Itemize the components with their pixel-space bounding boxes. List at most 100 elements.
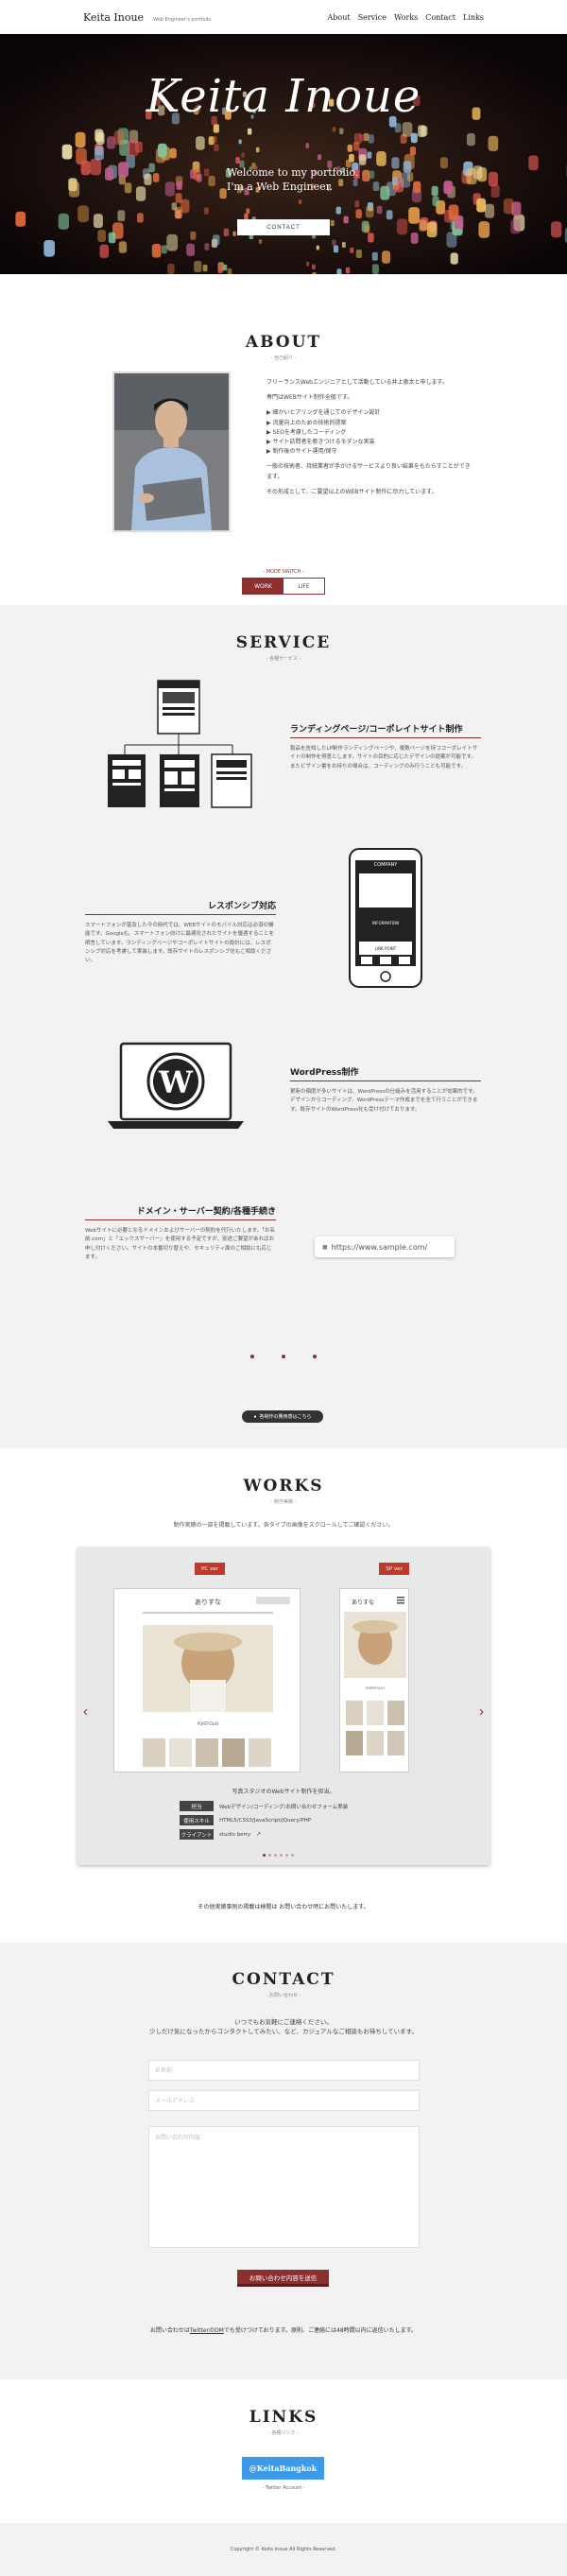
slider-dot[interactable] — [268, 1854, 271, 1857]
lantern — [167, 264, 174, 274]
lantern — [107, 136, 115, 148]
lantern — [223, 265, 227, 270]
lantern — [125, 182, 132, 193]
slider-dot[interactable] — [274, 1854, 277, 1857]
lantern — [368, 233, 374, 242]
contact-intro: いつでもお気軽にご連絡ください。 少しだけ気になったからコンタクトしてみたい、な… — [0, 2017, 567, 2037]
service-description: Webサイトに必要となるドメインおよびサーバーの契約を代行いたします。「お名前.… — [85, 1227, 276, 1262]
lantern — [214, 124, 219, 132]
lantern — [485, 204, 494, 218]
lantern — [551, 221, 561, 237]
sp-mockup[interactable]: ありすな PORTFOLIO — [339, 1588, 409, 1772]
slider-dot[interactable] — [263, 1854, 266, 1857]
hero-subtitle: Welcome to my portfolio. I'm a Web Engin… — [227, 166, 378, 195]
list-item: ▶ 流量向上のための技術的提案 — [266, 419, 472, 428]
about-specialty: 専門はWEBサイト制作全般です。 — [266, 393, 472, 403]
service-heading: ランディングページ/コーポレイトサイト制作 — [290, 722, 481, 738]
works-slider: PC ver SP ver ありすな PORTFOLIO — [77, 1547, 490, 1865]
mock-caption: PORTFOLIO — [198, 1721, 219, 1726]
lantern — [152, 244, 162, 258]
slider-dot[interactable] — [285, 1854, 288, 1857]
mode-life-button[interactable]: LIFE — [284, 579, 324, 594]
spec-value: HTML5/CSS3/JavaScript/jQuery/PHP — [219, 1818, 311, 1824]
name-field[interactable] — [148, 2060, 420, 2081]
hero-subtitle-line2: I'm a Web Engineer. — [227, 181, 378, 195]
twitter-button[interactable]: @KeitaBangkok — [242, 2457, 324, 2480]
slider-prev-arrow[interactable]: ‹ — [83, 1703, 88, 1720]
hero-contact-button[interactable]: CONTACT — [237, 219, 330, 235]
mode-switch: WORK LIFE — [242, 578, 325, 595]
message-field[interactable] — [148, 2126, 420, 2248]
contact-intro-line2: 少しだけ気になったからコンタクトしてみたい、など、カジュアルなご相談もお待ちして… — [0, 2027, 567, 2036]
lantern — [421, 126, 427, 136]
client-link[interactable]: studio berry — [219, 1832, 250, 1838]
slider-dot[interactable] — [291, 1854, 294, 1857]
lantern — [339, 129, 343, 135]
lantern — [333, 127, 336, 131]
section-divider-dots — [250, 1355, 317, 1358]
nav-contact[interactable]: Contact — [425, 13, 455, 22]
service-item-wordpress: WordPress制作 更新の頻度が多いサイトは、WordPressの仕組みを活… — [290, 1065, 481, 1115]
works-title: WORKS — [0, 1477, 567, 1495]
lantern — [77, 205, 89, 222]
lantern — [449, 205, 459, 220]
lantern — [344, 216, 349, 224]
site-header: Keita Inoue Web Engineer's portfolio Abo… — [0, 0, 567, 34]
lantern — [186, 244, 195, 256]
email-field[interactable] — [148, 2090, 420, 2111]
lantern — [372, 252, 378, 261]
service-description: スマートフォンが普及した今の時代では、WEBサイトのモバイル対応は必須の機能です… — [85, 922, 276, 966]
external-link-icon: ↗ — [256, 1831, 261, 1838]
phone-info-label: INFORMATION — [359, 921, 412, 925]
lantern — [196, 136, 205, 149]
lantern — [478, 221, 490, 238]
mode-work-button[interactable]: WORK — [243, 579, 284, 594]
lantern — [90, 159, 101, 176]
pc-mockup[interactable]: ありすな PORTFOLIO — [113, 1588, 301, 1772]
lantern — [15, 212, 26, 227]
brand[interactable]: Keita Inoue Web Engineer's portfolio — [83, 11, 211, 24]
lantern — [117, 210, 125, 221]
profile-photo — [112, 372, 231, 532]
lantern — [353, 142, 359, 151]
brand-name[interactable]: Keita Inoue — [83, 11, 144, 24]
lantern — [76, 132, 86, 147]
nav-service[interactable]: Service — [358, 13, 387, 22]
twitter-dm-link[interactable]: TwitterのDM — [190, 2327, 224, 2334]
nav-about[interactable]: About — [328, 13, 351, 22]
laptop-wordpress-illustration: W — [106, 1042, 246, 1131]
sample-url-text: https://www.sample.com/ — [332, 1243, 428, 1252]
hero: Keita Inoue Welcome to my portfolio. I'm… — [0, 34, 567, 274]
lantern — [62, 145, 73, 160]
lantern — [355, 209, 362, 218]
lantern — [166, 234, 178, 251]
send-button[interactable]: お問い合わせ内容を送信 — [237, 2270, 329, 2287]
slider-next-arrow[interactable]: › — [479, 1703, 484, 1720]
lantern — [224, 229, 230, 236]
contact-subtitle: - お問い合わせ - — [0, 1992, 567, 1998]
lantern — [43, 240, 55, 257]
nav-links[interactable]: Links — [463, 13, 484, 22]
lantern — [109, 233, 116, 243]
lantern — [365, 225, 370, 233]
nav-works[interactable]: Works — [394, 13, 418, 22]
links-subtitle: - 各種リンク - — [0, 2429, 567, 2436]
about-text: フリーランスWebエンジニアとして活動している井上恵太と申します。 専門はWEB… — [266, 378, 472, 503]
contact-note: お問い合わせはTwitterのDMでも受けつけております。原則、ご連絡には48時… — [0, 2325, 567, 2334]
mode-switch-label: - MODE SWITCH - — [0, 569, 567, 575]
links-title: LINKS — [0, 2408, 567, 2427]
contact-note-suffix: でも受けつけております。原則、ご連絡には48時間以内に返信いたします。 — [224, 2327, 417, 2334]
slider-dot[interactable] — [280, 1854, 283, 1857]
lantern — [476, 199, 486, 213]
main-nav: About Service Works Contact Links — [328, 13, 484, 22]
lantern — [149, 164, 155, 173]
lantern — [165, 182, 175, 196]
pricing-link-button[interactable]: ● 各制作の費用感はこちら — [242, 1410, 323, 1423]
lantern — [299, 199, 301, 204]
twitter-label: - Twitter Account - — [0, 2485, 567, 2491]
service-heading: ドメイン・サーバー契約/各種手続き — [85, 1204, 276, 1220]
lantern — [467, 133, 475, 146]
lantern — [369, 134, 374, 144]
lantern — [489, 172, 498, 186]
lantern — [359, 134, 364, 142]
